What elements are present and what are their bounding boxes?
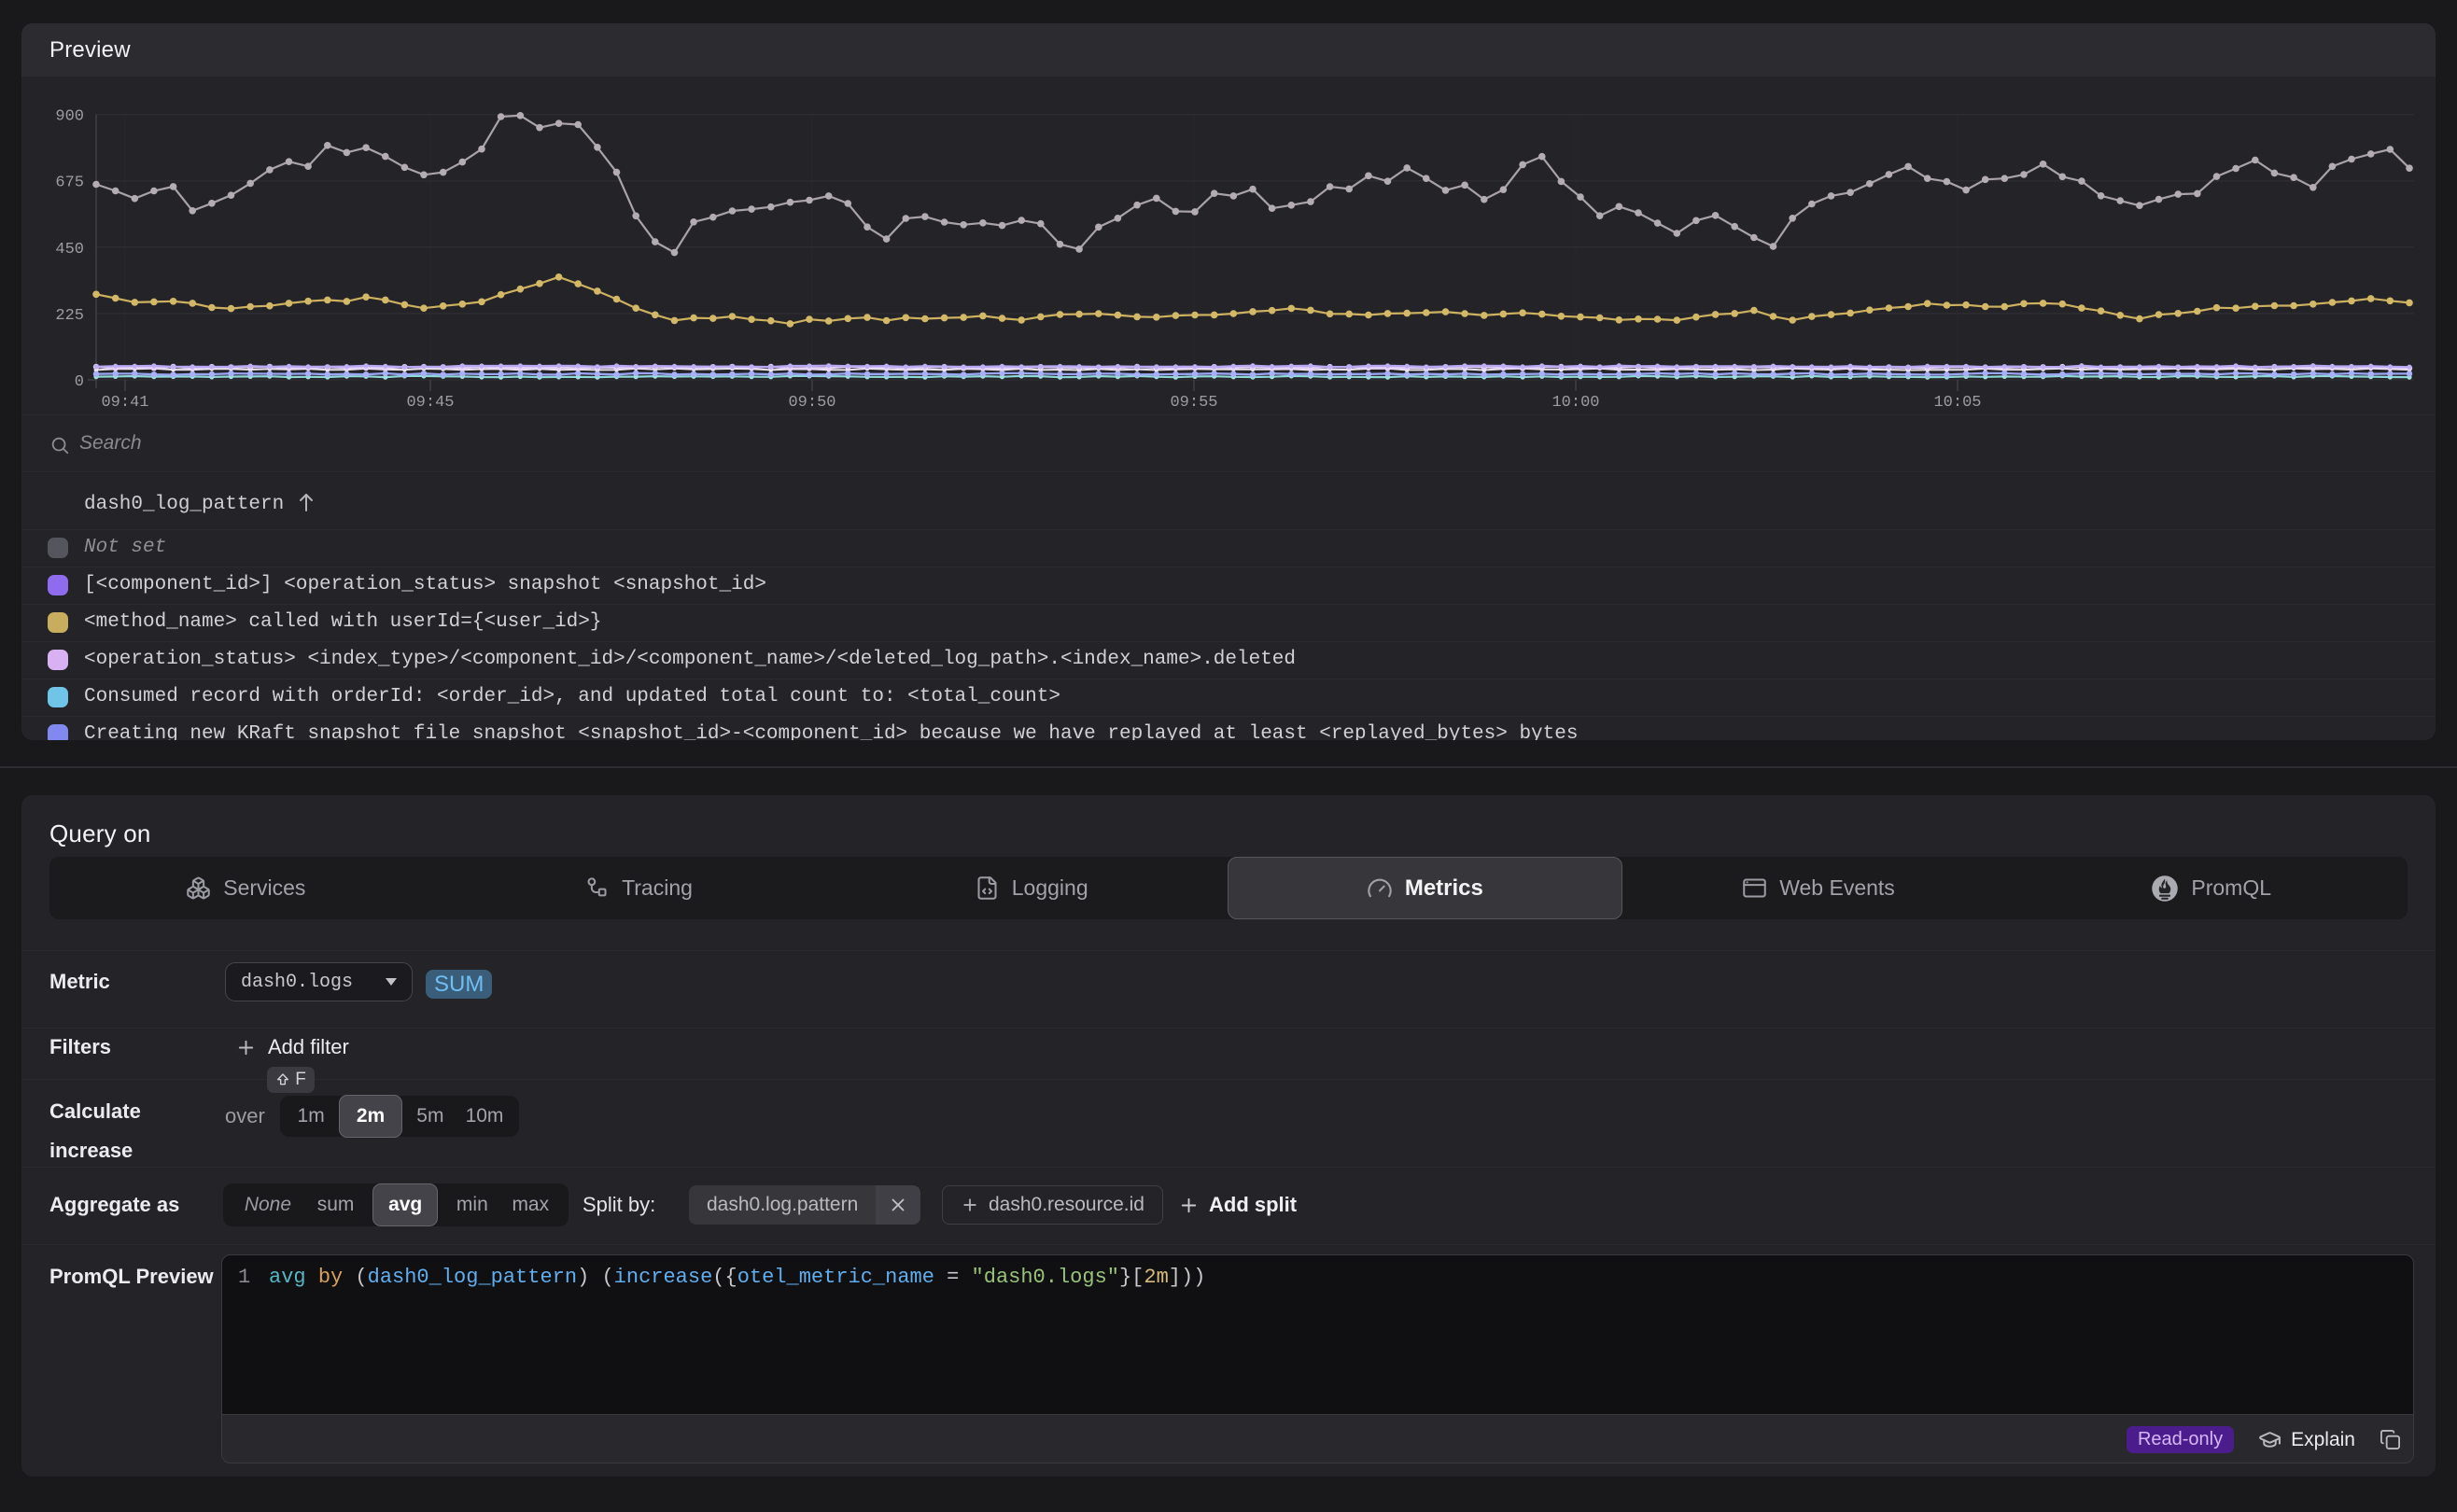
svg-text:225: 225 xyxy=(55,307,84,325)
svg-text:900: 900 xyxy=(55,108,84,126)
svg-text:09:41: 09:41 xyxy=(101,394,148,412)
svg-text:10:00: 10:00 xyxy=(1551,394,1599,412)
svg-text:09:55: 09:55 xyxy=(1170,394,1217,412)
svg-text:0: 0 xyxy=(75,373,84,391)
svg-text:450: 450 xyxy=(55,241,84,259)
svg-text:09:45: 09:45 xyxy=(406,394,454,412)
svg-text:09:50: 09:50 xyxy=(788,394,835,412)
svg-text:675: 675 xyxy=(55,175,84,192)
svg-text:10:05: 10:05 xyxy=(1933,394,1981,412)
